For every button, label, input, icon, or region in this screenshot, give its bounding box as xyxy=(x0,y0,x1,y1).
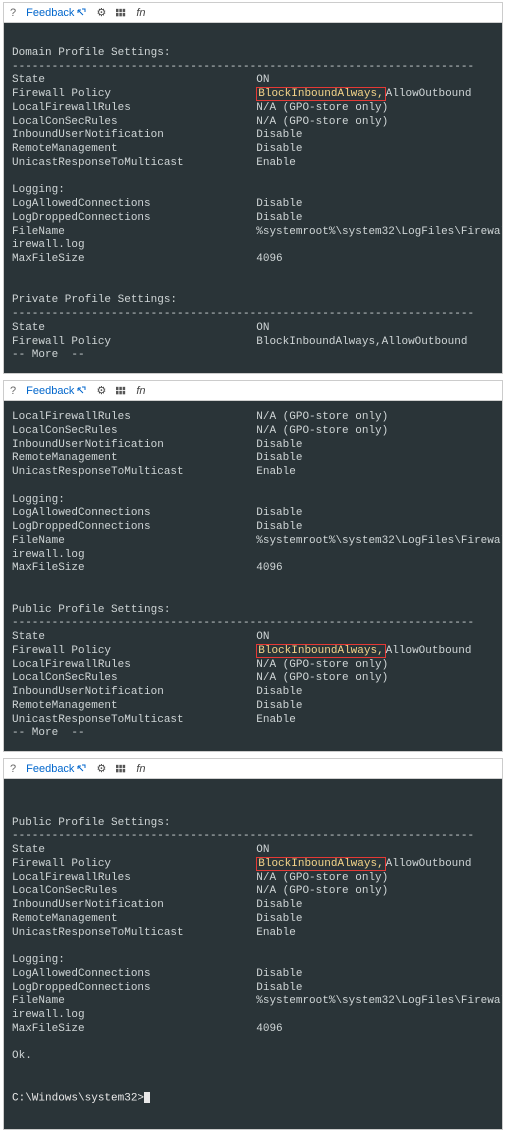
feedback-label: Feedback xyxy=(26,7,74,19)
help-icon[interactable]: ? xyxy=(10,7,16,19)
feedback-link[interactable]: Feedback xyxy=(26,7,86,19)
external-link-icon xyxy=(76,764,86,774)
grid-icon[interactable] xyxy=(116,8,126,18)
help-icon[interactable]: ? xyxy=(10,385,16,397)
external-link-icon xyxy=(76,386,86,396)
fn-label[interactable]: fn xyxy=(136,385,145,397)
toolbar: ? Feedback ⚙ fn xyxy=(4,759,502,779)
terminal-pane-2: ? Feedback ⚙ fn LocalFirewallRules N/A (… xyxy=(3,380,503,752)
feedback-label: Feedback xyxy=(26,385,74,397)
help-icon[interactable]: ? xyxy=(10,763,16,775)
external-link-icon xyxy=(76,8,86,18)
gear-icon[interactable]: ⚙ xyxy=(96,6,106,19)
grid-icon[interactable] xyxy=(116,764,126,774)
feedback-label: Feedback xyxy=(26,763,74,775)
gear-icon[interactable]: ⚙ xyxy=(96,762,106,775)
terminal-output-1: Domain Profile Settings: ---------------… xyxy=(4,23,502,373)
terminal-pane-1: ? Feedback ⚙ fn Domain Profile Settings:… xyxy=(3,2,503,374)
gear-icon[interactable]: ⚙ xyxy=(96,384,106,397)
fn-label[interactable]: fn xyxy=(136,7,145,19)
grid-icon[interactable] xyxy=(116,386,126,396)
terminal-output-2: LocalFirewallRules N/A (GPO-store only) … xyxy=(4,401,502,751)
toolbar: ? Feedback ⚙ fn xyxy=(4,3,502,23)
terminal-pane-3: ? Feedback ⚙ fn Public Profile Settings:… xyxy=(3,758,503,1130)
feedback-link[interactable]: Feedback xyxy=(26,763,86,775)
terminal-output-3: Public Profile Settings: ---------------… xyxy=(4,779,502,1129)
toolbar: ? Feedback ⚙ fn xyxy=(4,381,502,401)
fn-label[interactable]: fn xyxy=(136,763,145,775)
feedback-link[interactable]: Feedback xyxy=(26,385,86,397)
